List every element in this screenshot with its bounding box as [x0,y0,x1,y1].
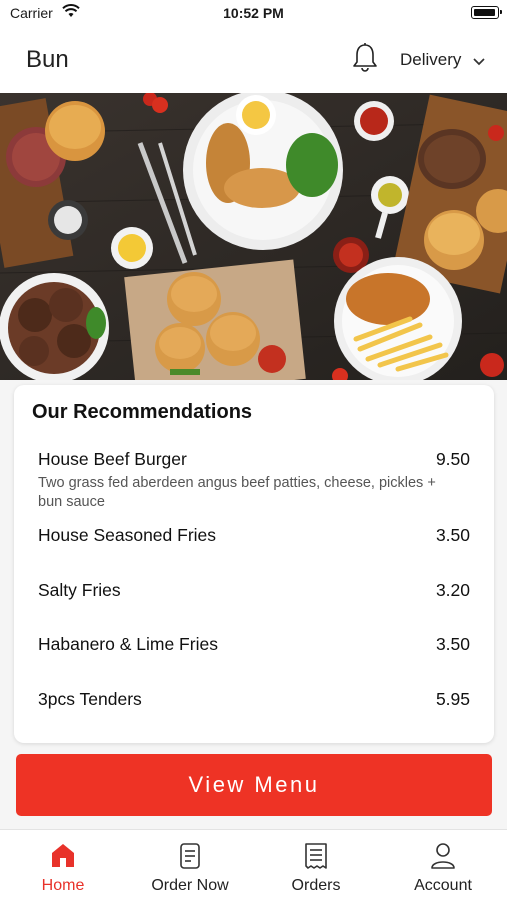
tab-orders[interactable]: Orders [253,830,379,900]
tab-home[interactable]: Home [0,830,126,900]
tab-bar: Home Order Now Orders Account [0,829,507,900]
item-price: 3.20 [435,580,470,600]
menu-item[interactable]: House Seasoned Fries 3.50 [38,525,470,546]
menu-item[interactable]: Salty Fries 3.20 [38,580,470,601]
item-price: 9.50 [435,449,470,469]
item-name: House Beef Burger [38,449,187,469]
recommendations-title: Our Recommendations [32,401,253,423]
clock: 10:52 PM [223,5,284,21]
bell-icon[interactable] [350,42,380,74]
item-name: 3pcs Tenders [38,689,142,709]
app-header: Bun Delivery [0,26,507,93]
tab-account[interactable]: Account [380,830,506,900]
tab-label: Orders [291,877,341,894]
tab-order-now[interactable]: Order Now [127,830,253,900]
item-name: House Seasoned Fries [38,525,217,545]
menu-item[interactable]: House Beef Burger 9.50 Two grass fed abe… [38,449,470,512]
menu-item[interactable]: Habanero & Lime Fries 3.50 [38,634,470,655]
battery-icon [471,6,502,19]
tab-label: Order Now [151,877,229,894]
app-title: Bun [26,46,69,73]
item-name: Habanero & Lime Fries [38,634,218,654]
user-icon [430,842,456,875]
status-bar: Carrier 10:52 PM [0,0,507,26]
order-icon [179,842,201,875]
tab-label: Home [41,877,85,894]
home-icon [50,842,76,873]
delivery-selector[interactable]: Delivery [400,50,461,70]
receipt-icon [303,842,329,875]
item-name: Salty Fries [38,580,121,600]
item-price: 5.95 [435,689,470,709]
recommendations-card: Our Recommendations House Beef Burger 9.… [14,385,494,743]
chevron-down-icon[interactable] [472,54,486,72]
view-menu-button[interactable]: View Menu [16,754,492,816]
hero-food-image [0,93,507,380]
item-price: 3.50 [435,525,470,545]
tab-label: Account [414,877,472,894]
item-price: 3.50 [435,634,470,654]
item-description: Two grass fed aberdeen angus beef pattie… [38,475,436,510]
menu-item[interactable]: 3pcs Tenders 5.95 [38,689,470,710]
